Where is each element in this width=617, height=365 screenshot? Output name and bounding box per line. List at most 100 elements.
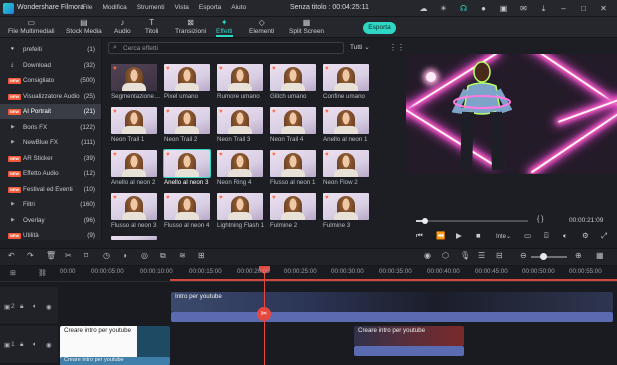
lock-icon[interactable]: 🔒︎ xyxy=(20,341,23,349)
sidebar-item[interactable]: NEW Utilità (9) xyxy=(0,228,101,243)
favorite-heart-icon[interactable]: ♥ xyxy=(272,195,276,201)
playback-track[interactable] xyxy=(416,220,528,222)
mixer-icon[interactable]: ☰ xyxy=(478,251,485,261)
effect-thumbnail[interactable]: ♥ xyxy=(323,107,369,134)
cut-icon[interactable]: ✂ xyxy=(65,251,72,261)
menu-file[interactable]: File xyxy=(82,4,92,11)
zoom-in-icon[interactable]: ⊕ xyxy=(575,251,582,261)
sidebar-item[interactable]: NEW Visualizzatore Audio (25) xyxy=(0,89,101,104)
add-track-icon[interactable]: ⊞ xyxy=(10,269,16,277)
favorite-heart-icon[interactable]: ♥ xyxy=(219,66,223,72)
mail-icon[interactable]: ✉ xyxy=(518,3,529,14)
account-icon[interactable]: ● xyxy=(478,3,489,14)
effect-thumbnail[interactable]: ♥ xyxy=(217,64,263,91)
save-icon[interactable]: ▣ xyxy=(498,3,509,14)
sidebar-item[interactable]: NEW Effetto Audio (12) xyxy=(0,166,101,181)
effect-thumbnail[interactable]: ♥ xyxy=(164,193,210,220)
tab-split-screen[interactable]: ▦ Split Screen xyxy=(289,18,324,35)
volume-icon[interactable]: 🔈︎ xyxy=(563,231,568,241)
mic-icon[interactable]: 🎙︎ xyxy=(460,251,470,261)
play-icon[interactable]: ▶ xyxy=(456,231,462,241)
sidebar-item[interactable]: NEW AR Sticker (39) xyxy=(0,151,101,166)
redo-icon[interactable]: ↷ xyxy=(27,251,34,261)
favorite-heart-icon[interactable]: ♥ xyxy=(272,109,276,115)
snapshot-icon[interactable]: ⌼ xyxy=(544,231,549,241)
zoom-out-icon[interactable]: ⊖ xyxy=(520,251,527,261)
chevron-right-icon[interactable]: ▶ xyxy=(11,135,15,150)
lock-icon[interactable]: 🔒︎ xyxy=(20,303,23,311)
effect-thumbnail[interactable]: ♥ xyxy=(164,107,210,134)
marker-icon[interactable]: ⬡ xyxy=(442,251,449,261)
menu-modifica[interactable]: Modifica xyxy=(102,4,126,11)
speaker-icon[interactable]: 🔈︎ xyxy=(33,341,37,349)
effect-thumbnail[interactable]: ♥ xyxy=(217,107,263,134)
favorite-heart-icon[interactable]: ♥ xyxy=(272,152,276,158)
crop-icon[interactable]: ⌑ xyxy=(84,251,88,261)
fit-timeline-icon[interactable]: ▦ xyxy=(596,251,604,261)
step-back-icon[interactable]: ⏪ xyxy=(436,231,445,241)
effect-thumbnail[interactable]: ♥ xyxy=(323,64,369,91)
effect-thumbnail[interactable]: ♥ xyxy=(270,107,316,134)
speaker-icon[interactable]: 🔈︎ xyxy=(33,303,37,311)
sun-icon[interactable]: ☀ xyxy=(438,3,449,14)
quality-select[interactable]: Inte⌄ xyxy=(496,233,511,240)
download-icon[interactable]: ⤓ xyxy=(538,3,549,14)
fullscreen-icon[interactable]: ⤢ xyxy=(601,231,607,241)
audio-adjust-icon[interactable]: ≋ xyxy=(179,251,186,261)
effect-thumbnail[interactable]: ♥ xyxy=(111,193,157,220)
effect-thumbnail[interactable]: ♥ xyxy=(270,64,316,91)
favorite-heart-icon[interactable]: ♥ xyxy=(113,66,117,72)
snap-icon[interactable]: ⊟ xyxy=(496,251,503,261)
sidebar-item[interactable]: ▶ Filtri (160) xyxy=(0,197,101,212)
sidebar-item[interactable]: NEW AI Portrait (21) xyxy=(0,104,101,119)
favorite-heart-icon[interactable]: ♥ xyxy=(113,109,117,115)
color-icon[interactable]: ◑ xyxy=(122,251,127,261)
render-icon[interactable]: ◉ xyxy=(424,251,431,261)
tab-effects[interactable]: ✦ Effetti xyxy=(216,18,233,37)
favorite-heart-icon[interactable]: ♥ xyxy=(166,66,170,72)
sidebar-item[interactable]: ▶ Boris FX (122) xyxy=(0,120,101,135)
effect-thumbnail[interactable]: ♥ xyxy=(217,193,263,220)
tab-titles[interactable]: T Titoli xyxy=(145,18,158,35)
effect-thumbnail[interactable]: ♥ xyxy=(111,150,157,177)
more-tools-icon[interactable]: ⊞ xyxy=(198,251,205,261)
menu-strumenti[interactable]: Strumenti xyxy=(137,4,165,11)
close-icon[interactable]: ✕ xyxy=(598,3,609,14)
sidebar-item[interactable]: NEW Consigliato (500) xyxy=(0,73,101,88)
chevron-right-icon[interactable]: ▶ xyxy=(11,197,15,212)
stop-icon[interactable]: ■ xyxy=(476,231,481,241)
sidebar-item[interactable]: NEW Festival ed Eventi (10) xyxy=(0,182,101,197)
favorite-heart-icon[interactable]: ♥ xyxy=(219,152,223,158)
effect-thumbnail[interactable]: ♥ xyxy=(111,107,157,134)
prev-frame-icon[interactable]: ⏮ xyxy=(416,231,423,241)
settings-icon[interactable]: ⚙︎ xyxy=(582,231,589,241)
favorite-heart-icon[interactable]: ♥ xyxy=(166,109,170,115)
zoom-knob[interactable] xyxy=(540,253,547,260)
cloud-icon[interactable]: ☁ xyxy=(418,3,429,14)
effect-thumbnail[interactable]: ♥ xyxy=(270,193,316,220)
favorite-heart-icon[interactable]: ♥ xyxy=(325,66,329,72)
favorite-heart-icon[interactable]: ♥ xyxy=(219,109,223,115)
effect-thumbnail[interactable]: ♥ xyxy=(164,64,210,91)
maximize-icon[interactable]: □ xyxy=(578,3,589,14)
favorite-heart-icon[interactable]: ♥ xyxy=(325,109,329,115)
delete-icon[interactable]: 🗑︎ xyxy=(46,251,56,261)
eye-icon[interactable]: ◉ xyxy=(46,303,52,311)
favorite-heart-icon[interactable]: ♥ xyxy=(272,66,276,72)
effect-thumbnail[interactable]: ♥ xyxy=(323,193,369,220)
favorite-heart-icon[interactable]: ♥ xyxy=(325,195,329,201)
filter-select[interactable]: Tutti ⌄ xyxy=(350,42,382,54)
effect-thumbnail[interactable] xyxy=(111,236,157,240)
effect-thumbnail[interactable]: ♥ xyxy=(270,150,316,177)
mark-in-out[interactable]: { } xyxy=(537,216,544,223)
effect-thumbnail[interactable]: ♥ xyxy=(163,149,211,178)
favorite-heart-icon[interactable]: ♥ xyxy=(166,195,170,201)
effect-thumbnail[interactable]: ♥ xyxy=(323,150,369,177)
favorite-heart-icon[interactable]: ♥ xyxy=(113,195,117,201)
tab-transitions[interactable]: ⊠ Transizioni xyxy=(175,18,206,35)
video-clip-track2[interactable]: Intro per youtube xyxy=(171,292,613,312)
tab-elements[interactable]: ◇ Elementi xyxy=(249,18,274,35)
menu-vista[interactable]: Vista xyxy=(175,4,189,11)
export-button[interactable]: Esporta xyxy=(363,22,396,34)
sidebar-item[interactable]: ▶ NewBlue FX (111) xyxy=(0,135,101,150)
